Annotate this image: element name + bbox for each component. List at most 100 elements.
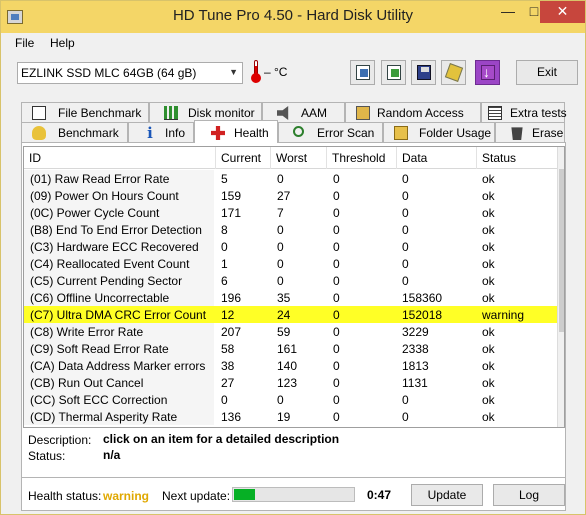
column-header-threshold[interactable]: Threshold <box>327 147 397 169</box>
table-row[interactable]: (01) Raw Read Error Rate 5 0 0 0 ok <box>24 170 557 187</box>
copy-text-button[interactable] <box>350 60 375 85</box>
description-value: click on an item for a detailed descript… <box>103 432 340 446</box>
table-row[interactable]: (C4) Reallocated Event Count 1 0 0 0 ok <box>24 255 557 272</box>
cell-threshold: 0 <box>333 342 340 356</box>
cell-id: (C6) Offline Uncorrectable <box>30 291 170 305</box>
cell-id: (C4) Reallocated Event Count <box>30 257 190 271</box>
cell-current: 27 <box>221 376 235 390</box>
cell-worst: 0 <box>277 240 284 254</box>
copy-screenshot-button[interactable] <box>381 60 406 85</box>
temperature-readout: – °C <box>264 65 288 79</box>
column-header-current[interactable]: Current <box>216 147 271 169</box>
speaker-icon <box>277 106 289 120</box>
table-row[interactable]: (C6) Offline Uncorrectable 196 35 0 158360 ok <box>24 289 557 306</box>
file-benchmark-icon <box>32 106 46 120</box>
log-button[interactable]: Log <box>493 484 565 506</box>
cell-status: ok <box>482 376 495 390</box>
cell-current: 1 <box>221 257 228 271</box>
tab-label: AAM <box>301 106 328 120</box>
download-arrow-icon <box>481 64 495 80</box>
tab-aam[interactable]: AAM <box>262 102 345 122</box>
cell-current: 171 <box>221 206 242 220</box>
table-row[interactable]: (C7) Ultra DMA CRC Error Count 12 24 0 15201… <box>24 306 557 323</box>
cell-threshold: 0 <box>333 172 340 186</box>
options-icon <box>444 63 464 82</box>
magnifier-icon <box>293 126 304 137</box>
menu-help[interactable]: Help <box>50 36 75 50</box>
scrollbar-thumb[interactable] <box>559 169 564 332</box>
info-icon: i <box>147 124 153 142</box>
tab-label: Disk monitor <box>188 106 255 120</box>
cell-current: 38 <box>221 359 235 373</box>
tab-error-scan[interactable]: Error Scan <box>278 122 383 142</box>
table-row[interactable]: (C8) Write Error Rate 207 59 0 3229 ok <box>24 323 557 340</box>
tab-extra-tests[interactable]: Extra tests <box>481 102 567 122</box>
table-row[interactable]: (CB) Run Out Cancel 27 123 0 1131 ok <box>24 374 557 391</box>
tab-disk-monitor[interactable]: Disk monitor <box>149 102 262 122</box>
table-row[interactable]: (CC) Soft ECC Correction 0 0 0 0 ok <box>24 391 557 408</box>
tab-benchmark[interactable]: Benchmark <box>21 122 128 142</box>
tab-info[interactable]: i Info <box>128 122 194 142</box>
menu-file[interactable]: File <box>15 36 34 50</box>
cell-threshold: 0 <box>333 376 340 390</box>
save-button[interactable] <box>411 60 436 85</box>
table-row[interactable]: (C3) Hardware ECC Recovered 0 0 0 0 ok <box>24 238 557 255</box>
tab-folder-usage[interactable]: Folder Usage <box>383 122 495 142</box>
cell-data: 158360 <box>402 291 443 305</box>
table-row[interactable]: (C9) Soft Read Error Rate 58 161 0 2338 ok <box>24 340 557 357</box>
update-button[interactable]: Update <box>411 484 483 506</box>
cell-worst: 19 <box>277 410 291 424</box>
next-update-progress <box>232 487 355 502</box>
cell-threshold: 0 <box>333 189 340 203</box>
tab-label: Random Access <box>377 106 464 120</box>
cell-data: 152018 <box>402 308 443 322</box>
column-header-worst[interactable]: Worst <box>271 147 327 169</box>
cell-current: 5 <box>221 172 228 186</box>
copy-image-icon <box>387 65 401 80</box>
cell-worst: 0 <box>277 274 284 288</box>
cell-data: 0 <box>402 223 409 237</box>
title-bar[interactable]: HD Tune Pro 4.50 - Hard Disk Utility — □… <box>1 1 585 33</box>
folder-icon <box>394 126 408 140</box>
cell-current: 0 <box>221 240 228 254</box>
table-row[interactable]: (0C) Power Cycle Count 171 7 0 0 ok <box>24 204 557 221</box>
smart-attributes-table[interactable]: ID Current Worst Threshold Data Status (… <box>23 146 565 428</box>
tab-erase[interactable]: Erase <box>495 122 565 142</box>
cell-current: 0 <box>221 393 228 407</box>
tab-label: Benchmark <box>58 126 119 140</box>
drive-select[interactable]: EZLINK SSD MLC 64GB (64 gB) ▼ <box>17 62 243 84</box>
cell-data: 0 <box>402 393 409 407</box>
cell-status: ok <box>482 342 495 356</box>
column-header-status[interactable]: Status <box>477 147 557 169</box>
table-row[interactable]: (09) Power On Hours Count 159 27 0 0 ok <box>24 187 557 204</box>
extra-tests-icon <box>488 106 502 120</box>
table-row[interactable]: (C5) Current Pending Sector 6 0 0 0 ok <box>24 272 557 289</box>
table-row[interactable]: (B8) End To End Error Detection 8 0 0 0 ok <box>24 221 557 238</box>
exit-button[interactable]: Exit <box>516 60 578 85</box>
options-button[interactable] <box>441 60 466 85</box>
tab-random-access[interactable]: Random Access <box>345 102 481 122</box>
cell-id: (0C) Power Cycle Count <box>30 206 160 220</box>
cell-status: ok <box>482 410 495 424</box>
table-row[interactable]: (CA) Data Address Marker errors 38 140 0 181… <box>24 357 557 374</box>
cell-threshold: 0 <box>333 410 340 424</box>
download-button[interactable] <box>475 60 500 85</box>
cell-status: ok <box>482 393 495 407</box>
close-button[interactable]: ✕ <box>540 1 585 23</box>
cell-status: ok <box>482 274 495 288</box>
tab-file-benchmark[interactable]: File Benchmark <box>21 102 149 122</box>
divider <box>22 477 565 478</box>
tab-label: Erase <box>532 126 564 140</box>
cell-status: warning <box>482 308 525 322</box>
status-value: n/a <box>103 448 121 462</box>
column-header-id[interactable]: ID <box>24 147 216 169</box>
tab-health[interactable]: Health <box>194 120 278 143</box>
cell-data: 0 <box>402 206 409 220</box>
minimize-button[interactable]: — <box>494 1 522 23</box>
cell-status: ok <box>482 257 495 271</box>
table-row[interactable]: (CD) Thermal Asperity Rate 136 19 0 0 ok <box>24 408 557 425</box>
chevron-down-icon[interactable]: ▼ <box>229 67 238 77</box>
cell-status: ok <box>482 206 495 220</box>
vertical-scrollbar[interactable] <box>557 147 564 427</box>
column-header-data[interactable]: Data <box>397 147 477 169</box>
